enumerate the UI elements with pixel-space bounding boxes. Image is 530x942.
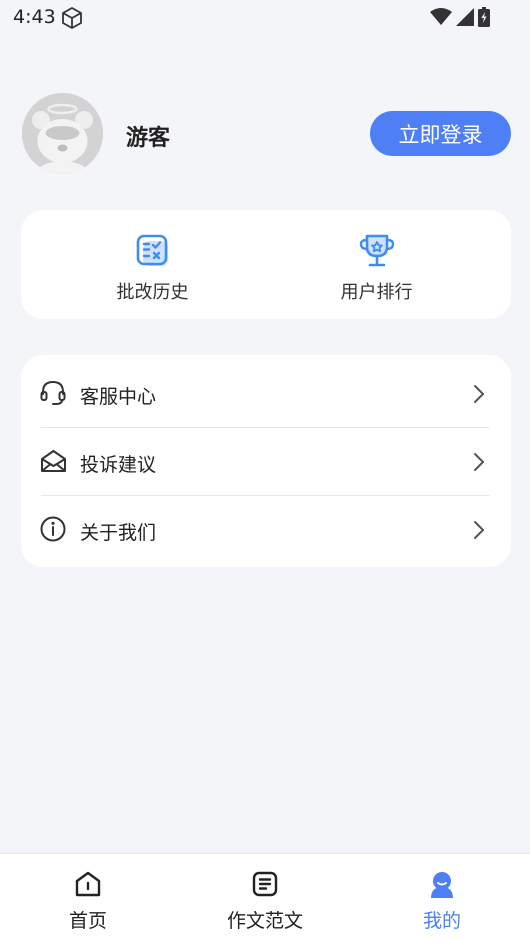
menu-item-about-us[interactable]: 关于我们 (21, 496, 511, 563)
menu-item-feedback[interactable]: 投诉建议 (21, 428, 511, 495)
quick-action-label: 批改历史 (116, 282, 189, 303)
cube-icon (60, 6, 84, 34)
chevron-right-icon (473, 452, 485, 476)
signal-icon (456, 8, 474, 30)
nav-label: 首页 (68, 910, 107, 932)
settings-menu-card: 客服中心 投诉建议 关于我们 (21, 355, 511, 567)
bottom-nav: 首页 作文范文 我的 (0, 853, 530, 942)
chevron-right-icon (473, 384, 485, 408)
nav-essay-samples[interactable]: 作文范文 (177, 854, 353, 942)
battery-icon (478, 7, 490, 31)
avatar[interactable] (22, 93, 103, 174)
profile-icon (428, 871, 456, 903)
nav-label: 我的 (422, 910, 461, 932)
document-icon (252, 871, 278, 901)
nav-home[interactable]: 首页 (0, 854, 176, 942)
home-icon (74, 871, 102, 901)
quick-action-user-ranking[interactable]: 用户排行 (254, 210, 499, 319)
quick-action-grading-history[interactable]: 批改历史 (30, 210, 275, 319)
trophy-icon (359, 234, 395, 272)
headset-icon (40, 380, 66, 410)
status-time: 4:43 (13, 6, 56, 28)
mail-icon (40, 448, 67, 478)
nav-label: 作文范文 (226, 910, 303, 932)
menu-item-customer-service[interactable]: 客服中心 (21, 360, 511, 427)
menu-item-label: 关于我们 (80, 522, 157, 544)
wifi-icon (430, 8, 452, 30)
quick-actions-card: 批改历史 用户排行 (21, 210, 511, 319)
login-button[interactable]: 立即登录 (370, 111, 511, 156)
nav-mine[interactable]: 我的 (354, 854, 530, 942)
username: 游客 (126, 126, 171, 151)
quick-action-label: 用户排行 (340, 282, 413, 303)
info-icon (40, 516, 66, 546)
menu-item-label: 客服中心 (80, 386, 157, 408)
grading-history-icon (136, 234, 170, 272)
chevron-right-icon (473, 520, 485, 544)
status-bar: 4:43 (0, 0, 530, 36)
menu-item-label: 投诉建议 (80, 454, 157, 476)
